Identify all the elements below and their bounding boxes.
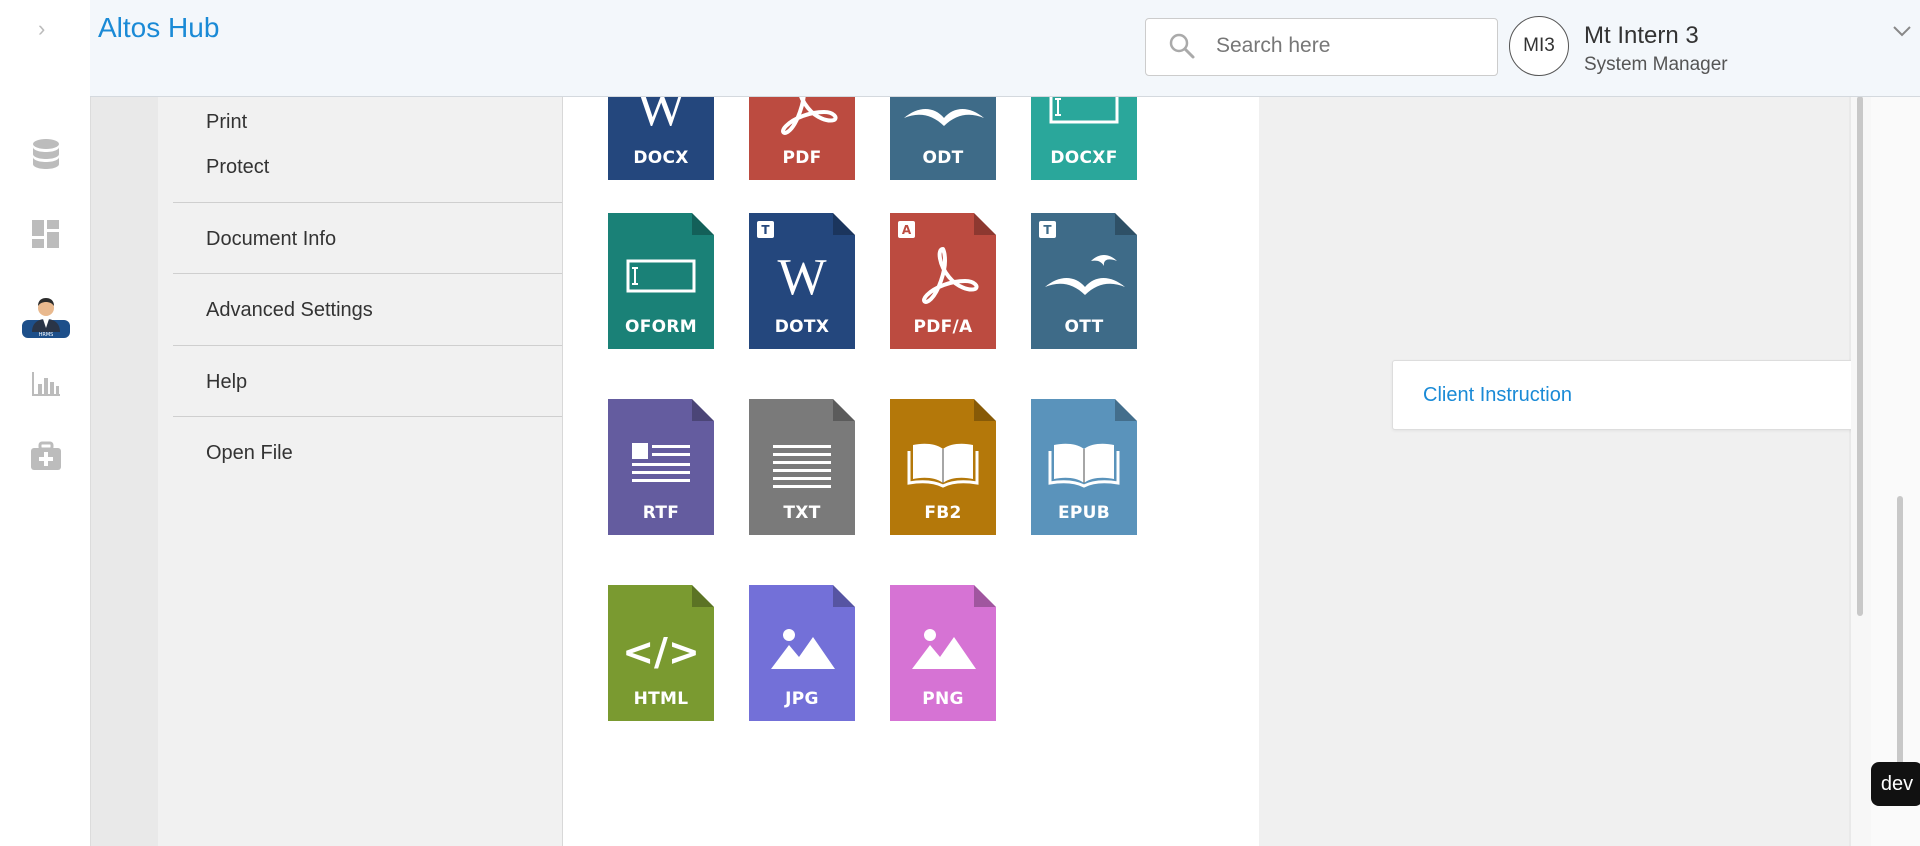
top-bar: Altos Hub MI3 Mt Intern 3 System Manager — [90, 0, 1920, 97]
format-label: PDF/A — [913, 317, 973, 337]
format-badge: T — [757, 221, 774, 238]
format-label: PNG — [922, 689, 964, 709]
search-input[interactable] — [1214, 33, 1478, 59]
database-icon[interactable] — [28, 138, 64, 174]
format-label: HTML — [633, 689, 689, 709]
search-box[interactable] — [1145, 18, 1498, 76]
chevron-right-icon[interactable]: › — [38, 16, 45, 42]
format-tile-ott[interactable]: T OTT — [1031, 213, 1137, 349]
search-icon — [1168, 32, 1196, 65]
format-label: FB2 — [924, 503, 962, 523]
format-label: RTF — [642, 503, 680, 523]
medical-kit-icon[interactable] — [28, 438, 64, 474]
content-area: Print Protect Document Info Advanced Set… — [90, 44, 1920, 846]
page-scrollbar-thumb[interactable] — [1897, 496, 1903, 776]
dashboard-icon[interactable] — [28, 216, 64, 252]
format-badge: A — [898, 221, 915, 238]
menu-item-document-info[interactable]: Document Info — [206, 228, 336, 251]
svg-text:W: W — [777, 249, 826, 306]
file-menu-panel — [158, 96, 562, 846]
menu-item-protect[interactable]: Protect — [206, 156, 269, 179]
format-label: JPG — [785, 689, 819, 709]
bar-chart-icon[interactable] — [28, 366, 64, 402]
client-instruction-link[interactable]: Client Instruction — [1423, 384, 1572, 407]
format-tile-rtf[interactable]: RTF — [608, 399, 714, 535]
scrollbar-thumb[interactable] — [1857, 96, 1863, 616]
divider — [173, 273, 562, 274]
chevron-down-icon[interactable] — [1892, 24, 1912, 43]
page-scrollbar[interactable] — [1871, 96, 1920, 846]
format-tile-txt[interactable]: TXT — [749, 399, 855, 535]
format-label: EPUB — [1057, 503, 1111, 523]
client-instruction-card[interactable]: Client Instruction — [1392, 360, 1912, 430]
format-tile-oform[interactable]: OFORM — [608, 213, 714, 349]
format-label: DOCXF — [1050, 148, 1118, 168]
format-label: PDF — [782, 148, 822, 168]
format-tile-png[interactable]: PNG — [890, 585, 996, 721]
format-tile-fb2[interactable]: FB2 — [890, 399, 996, 535]
divider — [173, 202, 562, 203]
format-label: OFORM — [624, 317, 698, 337]
user-avatar-icon[interactable]: HRMS — [22, 290, 70, 338]
user-avatar[interactable]: MI3 — [1509, 16, 1569, 76]
format-tile-dotx[interactable]: W T DOTX — [749, 213, 855, 349]
format-badge: T — [1039, 221, 1056, 238]
menu-item-open-file[interactable]: Open File — [206, 442, 293, 465]
user-name[interactable]: Mt Intern 3 — [1584, 22, 1699, 50]
format-tile-html[interactable]: </> HTML — [608, 585, 714, 721]
format-label: TXT — [783, 503, 821, 523]
format-tile-epub[interactable]: EPUB — [1031, 399, 1137, 535]
format-label: DOTX — [774, 317, 830, 337]
format-tile-jpg[interactable]: JPG — [749, 585, 855, 721]
menu-item-print[interactable]: Print — [206, 111, 247, 134]
divider — [173, 416, 562, 417]
app-title[interactable]: Altos Hub — [98, 12, 219, 44]
dev-badge: dev — [1871, 762, 1920, 806]
format-label: ODT — [922, 148, 964, 168]
format-label: DOCX — [633, 148, 689, 168]
user-role: System Manager — [1584, 54, 1728, 75]
svg-text:HRMS: HRMS — [39, 332, 54, 338]
svg-text:</>: </> — [622, 630, 700, 674]
format-tile-pdfa[interactable]: A PDF/A — [890, 213, 996, 349]
left-rail: › HRMS — [0, 0, 91, 846]
divider — [173, 345, 562, 346]
menu-item-help[interactable]: Help — [206, 371, 247, 394]
right-panel — [1259, 96, 1849, 846]
menu-item-advanced-settings[interactable]: Advanced Settings — [206, 299, 373, 322]
format-label: OTT — [1064, 317, 1104, 337]
